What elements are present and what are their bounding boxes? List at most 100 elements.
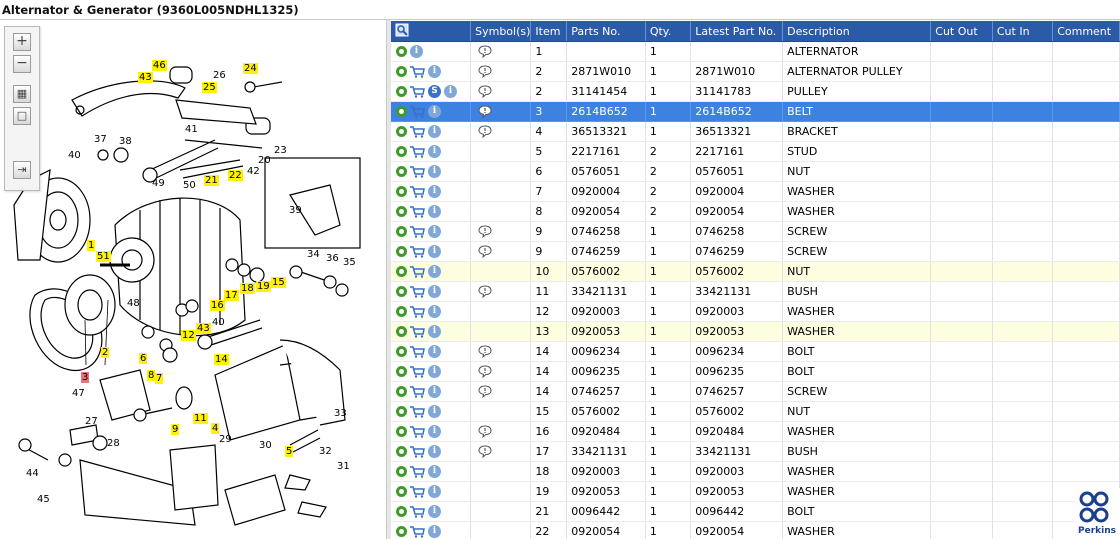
info-icon[interactable]: i [428,505,441,519]
info-icon[interactable]: i [428,425,441,439]
column-header-parts-no[interactable]: Parts No. [566,21,646,42]
column-header-qty[interactable]: Qty. [645,21,692,42]
callout-45[interactable]: 45 [36,494,51,505]
column-header-description[interactable]: Description [782,21,932,42]
cart-icon[interactable] [410,206,425,218]
cart-icon[interactable] [410,366,425,378]
info-icon[interactable]: i [428,445,441,459]
callout-3[interactable]: 3 [81,372,90,383]
callout-44[interactable]: 44 [25,468,40,479]
column-header-cut-in[interactable]: Cut In [992,21,1054,42]
table-row[interactable]: i 18 0920003 1 0920003 WASHER [391,461,1120,482]
note-icon[interactable] [478,285,492,299]
callout-12[interactable]: 12 [181,330,196,341]
gear-icon[interactable] [396,66,407,78]
note-icon[interactable] [478,385,492,399]
gear-icon[interactable] [396,266,407,278]
cart-icon[interactable] [410,86,425,98]
gear-icon[interactable] [396,346,407,358]
callout-33[interactable]: 33 [333,408,348,419]
info-icon[interactable]: i [428,325,441,339]
note-icon[interactable] [478,345,492,359]
gear-icon[interactable] [396,166,407,178]
callout-23[interactable]: 23 [273,145,288,156]
table-row[interactable]: i 19 0920053 1 0920053 WASHER [391,481,1120,502]
cart-icon[interactable] [410,506,425,518]
cart-icon[interactable] [410,106,425,118]
cart-icon[interactable] [410,186,425,198]
cart-icon[interactable] [410,486,425,498]
callout-40[interactable]: 40 [67,150,82,161]
callout-39[interactable]: 39 [288,205,303,216]
gear-icon[interactable] [396,126,407,138]
info-icon[interactable]: i [428,165,441,179]
note-icon[interactable] [478,425,492,439]
callout-32[interactable]: 32 [318,446,333,457]
gear-icon[interactable] [396,186,407,198]
note-icon[interactable] [478,45,492,59]
info-icon[interactable]: i [428,65,441,79]
note-icon[interactable] [478,105,492,119]
info-icon[interactable]: i [428,385,441,399]
gear-icon[interactable] [396,286,407,298]
gear-icon[interactable] [396,226,407,238]
table-row[interactable]: i 14 0096234 1 0096234 BOLT [391,341,1120,362]
actual-size-button[interactable]: □ [13,107,31,125]
info-icon[interactable]: i [428,485,441,499]
column-header-latest-part-no[interactable]: Latest Part No. [690,21,784,42]
cart-icon[interactable] [410,426,425,438]
callout-19[interactable]: 19 [256,281,271,292]
callout-35[interactable]: 35 [342,257,357,268]
table-row[interactable]: i 10 0576002 1 0576002 NUT [391,261,1120,282]
callout-48[interactable]: 48 [126,298,141,309]
table-row[interactable]: i 8 0920054 2 0920054 WASHER [391,201,1120,222]
callout-7[interactable]: 7 [155,373,164,384]
fit-to-window-button[interactable]: ▦ [13,85,31,103]
gear-icon[interactable] [396,46,407,58]
callout-14[interactable]: 14 [214,354,229,365]
cart-icon[interactable] [410,446,425,458]
callout-38[interactable]: 38 [118,136,133,147]
parts-diagram[interactable]: + − ▦ □ ⇥ 46 43 26 24 25 41 37 38 40 49 50 21 22 42 20… [0,20,386,539]
callout-17[interactable]: 17 [224,290,239,301]
table-row[interactable]: i 5 2217161 2 2217161 STUD [391,141,1120,162]
callout-16[interactable]: 16 [210,300,225,311]
table-row[interactable]: i 7 0920004 2 0920004 WASHER [391,181,1120,202]
note-icon[interactable] [478,65,492,79]
gear-icon[interactable] [396,86,407,98]
callout-47[interactable]: 47 [71,388,86,399]
info-icon[interactable]: i [428,205,441,219]
column-header-cut-out[interactable]: Cut Out [930,21,993,42]
callout-20[interactable]: 20 [257,155,272,166]
column-header-item[interactable]: Item [530,21,568,42]
gear-icon[interactable] [396,146,407,158]
cart-icon[interactable] [410,226,425,238]
table-row[interactable]: i 13 0920053 1 0920053 WASHER [391,321,1120,342]
note-icon[interactable] [478,445,492,459]
cart-icon[interactable] [410,346,425,358]
zoom-in-button[interactable]: + [13,33,31,51]
callout-42[interactable]: 42 [246,166,261,177]
info-icon[interactable]: i [428,525,441,539]
info-icon[interactable]: i [428,185,441,199]
callout-4[interactable]: 4 [211,423,220,434]
callout-27[interactable]: 27 [84,416,99,427]
gear-icon[interactable] [396,386,407,398]
info-icon[interactable]: i [444,85,457,99]
table-row[interactable]: i 14 0096235 1 0096235 BOLT [391,361,1120,382]
table-row[interactable]: i 9 0746259 1 0746259 SCREW [391,241,1120,262]
callout-2[interactable]: 2 [101,347,110,358]
column-header-comment[interactable]: Comment [1052,21,1120,42]
callout-30[interactable]: 30 [258,440,273,451]
note-icon[interactable] [478,365,492,379]
table-row[interactable]: i 15 0576002 1 0576002 NUT [391,401,1120,422]
column-header-actions[interactable] [391,21,472,42]
table-row[interactable]: i 3 2614B652 1 2614B652 BELT [391,101,1120,122]
callout-31[interactable]: 31 [336,461,351,472]
gear-icon[interactable] [396,506,407,518]
callout-49[interactable]: 49 [151,178,166,189]
note-icon[interactable] [478,225,492,239]
info-icon[interactable]: i [428,365,441,379]
cart-icon[interactable] [410,526,425,538]
callout-18[interactable]: 18 [240,283,255,294]
